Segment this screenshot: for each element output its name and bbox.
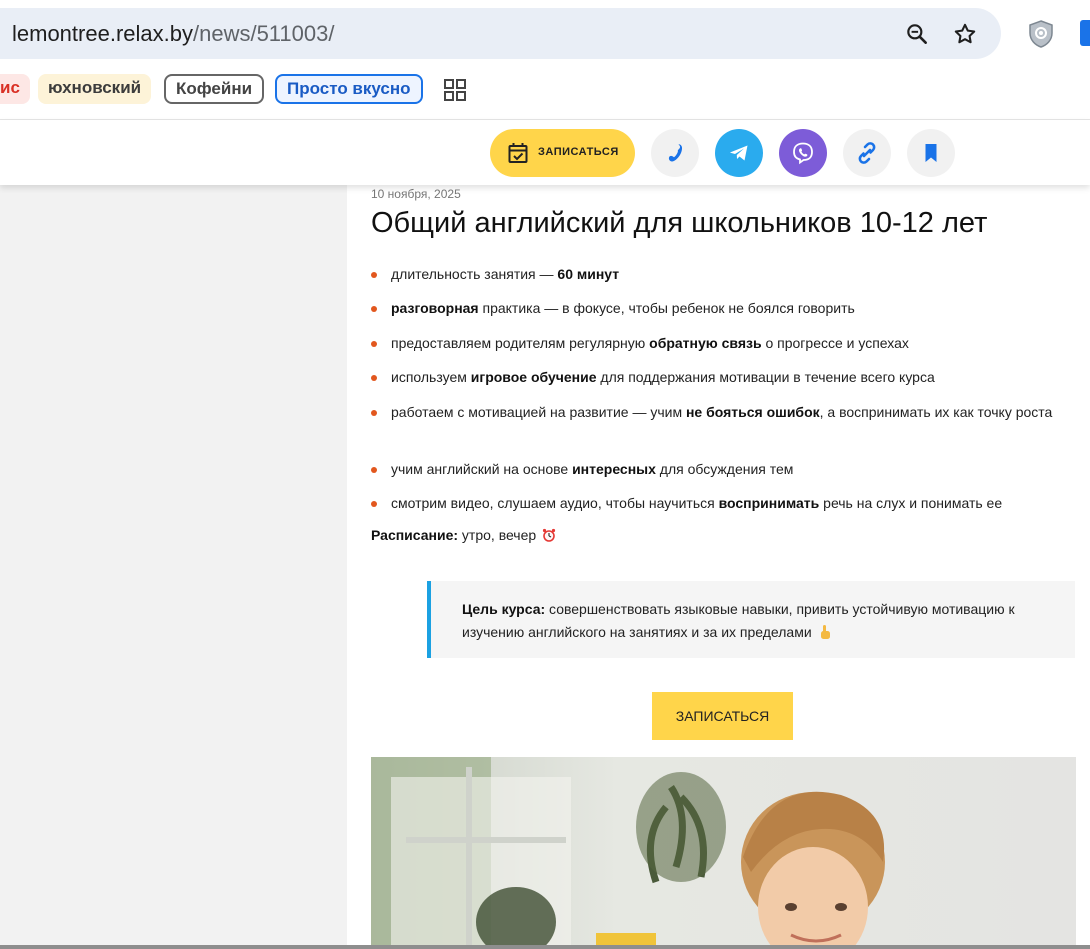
star-icon[interactable] [952,21,978,47]
schedule: Расписание: утро, вечер [371,527,556,543]
bookmark-button[interactable] [907,129,955,177]
list-item: длительность занятия — 60 минут [371,263,1071,285]
window-bottom-edge [0,945,1090,949]
url-host: lemontree.relax.by [12,21,193,46]
chip[interactable]: Кофейни [164,74,265,104]
telegram-button[interactable] [715,129,763,177]
viber-icon [793,142,813,165]
list-item: смотрим видео, слушаем аудио, чтобы науч… [371,492,1071,514]
schedule-label: Расписание: [371,527,459,543]
book-button[interactable]: ЗАПИСАТЬСЯ [490,129,635,177]
phone-icon [668,144,683,162]
link-icon [858,142,876,164]
left-sidebar-area [0,185,347,949]
list-item: разговорная практика — в фокусе, чтобы р… [371,297,1071,319]
hero-photo [371,757,1076,949]
hero-photo-illustration [371,757,1076,949]
page-title: Общий английский для школьников 10-12 ле… [371,207,988,239]
pointing-up-icon [820,625,830,639]
share-link-button[interactable] [843,129,891,177]
chip[interactable]: Просто вкусно [275,74,423,104]
viber-button[interactable] [779,129,827,177]
bookmark-icon [925,144,937,162]
alarm-clock-icon [542,528,556,542]
goal-text: совершенствовать языковые навыки, привит… [462,601,1015,640]
signup-button[interactable]: ЗАПИСАТЬСЯ [652,692,793,740]
shield-extension-icon[interactable] [1028,19,1054,49]
list-item: работаем с мотивацией на развитие — учим… [371,401,1061,423]
grid-icon[interactable] [443,78,467,102]
list-item: учим английский на основе интересных для… [371,458,1071,480]
chip[interactable]: ис [0,74,30,104]
address-bar[interactable]: lemontree.relax.by/news/511003/ [0,8,1001,59]
book-button-label: ЗАПИСАТЬСЯ [538,146,619,158]
goal-label: Цель курса: [462,601,546,617]
telegram-icon [730,145,748,161]
chip[interactable]: юхновский [38,74,152,104]
sticky-action-header: ЗАПИСАТЬСЯ [0,120,1090,185]
category-chips: ис юхновский Кофейни Просто вкусно [0,68,1090,120]
list-item: используем игровое обучение для поддержа… [371,366,1071,388]
browser-toolbar: lemontree.relax.by/news/511003/ [0,0,1090,68]
course-goal-quote: Цель курса: совершенствовать языковые на… [427,581,1075,658]
calendar-check-icon [508,143,528,163]
schedule-value: утро, вечер [458,527,537,543]
publish-date: 10 ноября, 2025 [371,187,461,201]
list-item: предоставляем родителям регулярную обрат… [371,332,1071,354]
extension-icon[interactable] [1080,20,1090,46]
url-text[interactable]: lemontree.relax.by/news/511003/ [12,21,334,47]
url-path: /news/511003/ [192,21,335,46]
zoom-icon[interactable] [904,21,930,47]
phone-button[interactable] [651,129,699,177]
